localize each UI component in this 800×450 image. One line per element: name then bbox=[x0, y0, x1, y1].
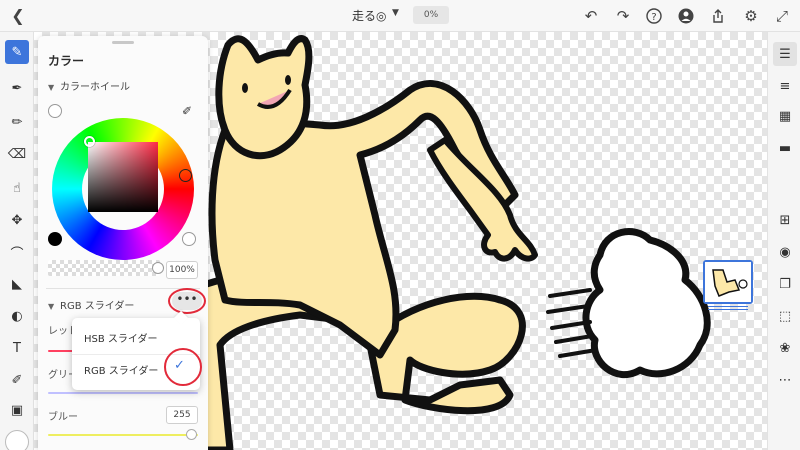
annotation-ellipse bbox=[168, 288, 206, 314]
panel-title: カラー bbox=[48, 54, 85, 68]
right-toolbar: ☰ ≡ ▦ ▬ ⊞ ◉ ❐ ⬚ ❀ ⋯ bbox=[767, 32, 800, 450]
more-options-icon[interactable]: ⋯ bbox=[773, 368, 797, 392]
live-brush-tool-icon[interactable]: ✒ bbox=[5, 76, 29, 100]
visibility-eye-icon[interactable]: ◉ bbox=[773, 240, 797, 264]
annotation-circle bbox=[164, 348, 202, 386]
eyedropper-tool-icon[interactable]: ✐ bbox=[5, 368, 29, 392]
back-chevron-icon[interactable]: ❮ bbox=[8, 6, 28, 26]
eyedropper-icon[interactable]: ✐ bbox=[182, 104, 192, 118]
left-toolbar: ✎ ✒ ✏ ⌫ ☝ ✥ ⌒ ◣ ◐ T ✐ ▣ bbox=[0, 32, 34, 450]
secondary-color-swatch[interactable] bbox=[48, 104, 62, 118]
vector-brush-tool-icon[interactable]: ✏ bbox=[5, 110, 29, 134]
saturation-handle[interactable] bbox=[179, 169, 192, 182]
grid-icon[interactable]: ▦ bbox=[773, 104, 797, 128]
opacity-slider-knob[interactable] bbox=[152, 262, 164, 274]
title-chevron-down-icon[interactable]: ▼ bbox=[392, 8, 399, 18]
collapse-arrows-icon[interactable]: ⤢ bbox=[771, 5, 793, 27]
fill-bucket-tool-icon[interactable]: ◣ bbox=[5, 272, 29, 296]
rgb-slider-section-header[interactable]: ▼ RGB スライダー bbox=[48, 297, 134, 312]
svg-text:?: ? bbox=[651, 12, 656, 23]
green-slider-track[interactable] bbox=[48, 392, 198, 394]
menu-item-hsb-slider[interactable]: HSB スライダー bbox=[84, 330, 158, 345]
layer-thumbnail-image bbox=[705, 262, 751, 302]
eraser-tool-icon[interactable]: ⌫ bbox=[5, 142, 29, 166]
settings-gear-icon[interactable]: ⚙ bbox=[740, 5, 762, 27]
redo-icon[interactable]: ↷ bbox=[612, 5, 634, 27]
blue-slider-label: ブルー bbox=[48, 412, 78, 423]
text-tool-icon[interactable]: T bbox=[5, 336, 29, 360]
zoom-indicator[interactable]: 0% bbox=[413, 6, 449, 24]
add-user-icon[interactable] bbox=[675, 5, 697, 27]
move-tool-icon[interactable]: ✥ bbox=[5, 208, 29, 232]
top-bar: ❮ 走る◎ ▼ 0% ↶ ↷ ? ⚙ ⤢ bbox=[0, 0, 800, 32]
menu-item-rgb-slider[interactable]: RGB スライダー bbox=[84, 362, 158, 377]
opacity-slider[interactable] bbox=[48, 260, 160, 276]
shape-tool-icon[interactable]: ◐ bbox=[5, 304, 29, 328]
chevron-down-icon: ▼ bbox=[48, 302, 55, 311]
help-icon[interactable]: ? bbox=[643, 5, 665, 27]
current-color-well[interactable] bbox=[5, 430, 29, 450]
layer-thumbnail[interactable] bbox=[703, 260, 753, 304]
smudge-tool-icon[interactable]: ☝ bbox=[5, 176, 29, 200]
layers-icon[interactable]: ☰ bbox=[773, 42, 797, 66]
panel-grabber[interactable] bbox=[112, 41, 134, 44]
comment-icon[interactable]: ▬ bbox=[773, 136, 797, 160]
layer-indicator bbox=[708, 306, 748, 310]
primary-color-swatch[interactable] bbox=[48, 232, 62, 246]
color-wheel-section-header[interactable]: ▼ カラーホイール bbox=[48, 78, 130, 93]
chevron-down-icon: ▼ bbox=[48, 83, 55, 92]
document-title[interactable]: 走る◎ bbox=[352, 7, 386, 24]
opacity-value[interactable]: 100% bbox=[166, 261, 198, 279]
duplicate-layer-icon[interactable]: ❐ bbox=[773, 272, 797, 296]
add-layer-icon[interactable]: ⊞ bbox=[773, 208, 797, 232]
image-import-icon[interactable]: ▣ bbox=[5, 398, 29, 422]
share-icon[interactable] bbox=[707, 5, 729, 27]
merge-layer-icon[interactable]: ⬚ bbox=[773, 304, 797, 328]
wheel-hue-handle[interactable] bbox=[84, 136, 95, 147]
saturation-value-square[interactable] bbox=[88, 142, 158, 212]
blue-slider-knob[interactable] bbox=[186, 429, 197, 440]
blend-mode-icon[interactable]: ❀ bbox=[773, 336, 797, 360]
pixel-brush-tool-icon[interactable]: ✎ bbox=[5, 40, 29, 64]
blue-slider-value[interactable]: 255 bbox=[166, 406, 198, 424]
recent-color-swatch[interactable] bbox=[182, 232, 196, 246]
undo-icon[interactable]: ↶ bbox=[580, 5, 602, 27]
layer-properties-icon[interactable]: ≡ bbox=[773, 74, 797, 98]
lasso-tool-icon[interactable]: ⌒ bbox=[5, 240, 29, 264]
blue-slider-track[interactable] bbox=[48, 434, 198, 436]
